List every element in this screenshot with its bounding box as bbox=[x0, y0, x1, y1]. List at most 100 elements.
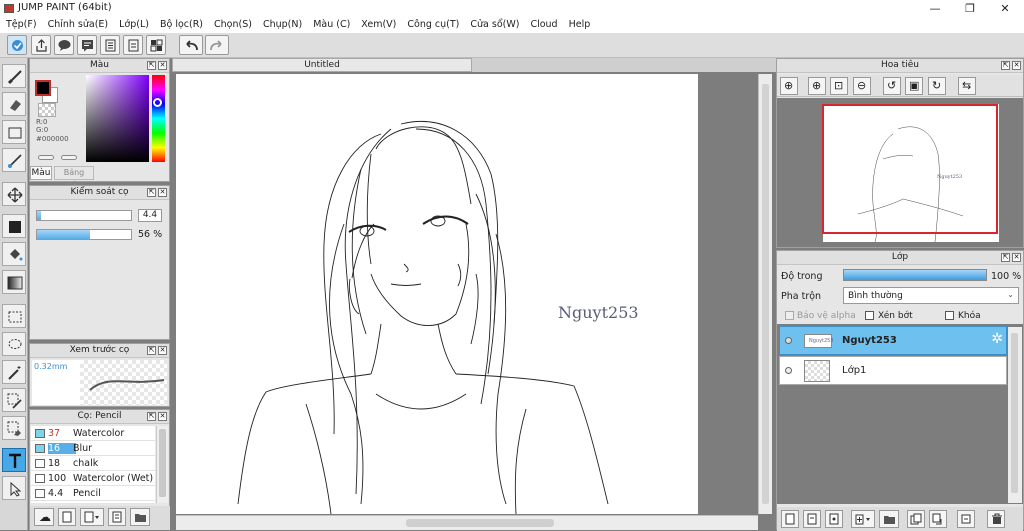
menu-color[interactable]: Màu (C) bbox=[307, 17, 355, 30]
tool-magic-wand[interactable] bbox=[2, 360, 26, 384]
layer-folder-button[interactable] bbox=[879, 510, 899, 528]
alpha-lock-checkbox[interactable] bbox=[785, 311, 794, 320]
brush-opacity-slider[interactable] bbox=[36, 229, 132, 240]
layer-extra-button[interactable] bbox=[957, 510, 975, 528]
panel-close-icon[interactable]: ✕ bbox=[1012, 61, 1021, 70]
document-button[interactable] bbox=[100, 35, 120, 55]
nav-zoom-out-button[interactable]: ⊖ bbox=[853, 77, 871, 95]
panel-float-icon[interactable]: ⇱ bbox=[1001, 253, 1010, 262]
tab-color[interactable]: Màu bbox=[30, 166, 52, 180]
new-layer-button[interactable] bbox=[781, 510, 799, 528]
scrollbar-thumb[interactable] bbox=[406, 519, 554, 527]
scrollbar-thumb[interactable] bbox=[1011, 333, 1018, 493]
tool-eraser[interactable] bbox=[2, 92, 26, 116]
brush-list-scrollbar[interactable] bbox=[156, 426, 168, 503]
canvas-horizontal-scrollbar[interactable] bbox=[176, 515, 758, 530]
menu-filter[interactable]: Bộ lọc(R) bbox=[154, 17, 208, 30]
menu-cloud[interactable]: Cloud bbox=[524, 17, 562, 30]
nav-zoom-fit-button[interactable]: ⊕ bbox=[780, 77, 798, 95]
nav-flip-button[interactable]: ⇆ bbox=[958, 77, 976, 95]
minimize-button[interactable]: — bbox=[918, 0, 952, 17]
foreground-color-swatch[interactable] bbox=[35, 80, 51, 96]
menu-view[interactable]: Xem(V) bbox=[355, 17, 401, 30]
nav-zoom-in-button[interactable]: ⊕ bbox=[808, 77, 826, 95]
panel-close-icon[interactable]: ✕ bbox=[158, 346, 167, 355]
brush-size-value[interactable]: 4.4 bbox=[138, 209, 162, 222]
menu-window[interactable]: Cửa sổ(W) bbox=[464, 17, 524, 30]
eye-icon[interactable] bbox=[785, 367, 792, 374]
tool-rectangle[interactable] bbox=[2, 120, 26, 144]
new-brush-button[interactable] bbox=[58, 508, 76, 526]
tool-select-eraser[interactable] bbox=[2, 416, 26, 440]
new-halftone-layer-button[interactable] bbox=[825, 510, 843, 528]
layer-opacity-slider[interactable] bbox=[843, 269, 987, 281]
canvas-vertical-scrollbar[interactable] bbox=[758, 74, 772, 514]
nav-rotate-right-button[interactable]: ↻ bbox=[928, 77, 946, 95]
brush-item-watercolor-wet[interactable]: 100 Watercolor (Wet) bbox=[31, 471, 155, 486]
close-button[interactable]: ✕ bbox=[988, 0, 1022, 17]
navigator-view[interactable]: Nguyt253 bbox=[777, 98, 1023, 247]
share-button[interactable] bbox=[31, 35, 51, 55]
brush-item-blur[interactable]: 16 Blur bbox=[31, 441, 155, 456]
hue-slider[interactable] bbox=[152, 75, 165, 162]
new-layer-copy-button[interactable] bbox=[803, 510, 821, 528]
panel-close-icon[interactable]: ✕ bbox=[158, 188, 167, 197]
nav-reset-button[interactable]: ▣ bbox=[905, 77, 923, 95]
panel-float-icon[interactable]: ⇱ bbox=[147, 346, 156, 355]
panel-float-icon[interactable]: ⇱ bbox=[147, 412, 156, 421]
layer-item-lop1[interactable]: Lớp1 bbox=[779, 356, 1007, 385]
merge-layer-button[interactable] bbox=[929, 510, 947, 528]
check-button[interactable] bbox=[7, 35, 27, 55]
panel-close-icon[interactable]: ✕ bbox=[158, 412, 167, 421]
panel-float-icon[interactable]: ⇱ bbox=[1001, 61, 1010, 70]
tool-operation[interactable] bbox=[2, 476, 26, 500]
undo-button[interactable] bbox=[179, 35, 203, 55]
blend-mode-select[interactable]: Bình thường ⌄ bbox=[843, 287, 1019, 304]
brush-menu-button[interactable] bbox=[80, 508, 104, 526]
brush-item-watercolor[interactable]: 37 Watercolor bbox=[31, 426, 155, 441]
brush-copy-button[interactable] bbox=[108, 508, 126, 526]
transparent-swatch[interactable] bbox=[38, 103, 56, 117]
layer-item-nguyt253[interactable]: Nguyt253 Nguyt253 ✲ bbox=[779, 326, 1007, 355]
tool-select-rect[interactable] bbox=[2, 304, 26, 328]
tool-gradient[interactable] bbox=[2, 270, 26, 294]
eye-icon[interactable] bbox=[785, 337, 792, 344]
color-slot-1[interactable] bbox=[38, 155, 54, 160]
menu-tools[interactable]: Công cụ(T) bbox=[401, 17, 464, 30]
message-button[interactable] bbox=[77, 35, 97, 55]
menu-select[interactable]: Chọn(S) bbox=[208, 17, 257, 30]
add-layer-dropdown-button[interactable] bbox=[851, 510, 875, 528]
layout-button[interactable] bbox=[146, 35, 166, 55]
menu-layer[interactable]: Lớp(L) bbox=[113, 17, 154, 30]
menu-file[interactable]: Tệp(F) bbox=[0, 17, 42, 30]
brush-item-chalk[interactable]: 18 chalk bbox=[31, 456, 155, 471]
saturation-value-picker[interactable] bbox=[86, 75, 149, 162]
brush-folder-button[interactable] bbox=[130, 508, 150, 526]
scrollbar-thumb[interactable] bbox=[159, 429, 166, 497]
document-tab[interactable]: Untitled bbox=[172, 58, 472, 72]
layer-list-scrollbar[interactable] bbox=[1008, 327, 1022, 503]
tool-lasso[interactable] bbox=[2, 332, 26, 356]
panel-float-icon[interactable]: ⇱ bbox=[147, 188, 156, 197]
nav-rotate-left-button[interactable]: ↺ bbox=[883, 77, 901, 95]
comment-button[interactable] bbox=[54, 35, 74, 55]
tool-move[interactable] bbox=[2, 182, 26, 206]
panel-float-icon[interactable]: ⇱ bbox=[147, 61, 156, 70]
nav-fit-button[interactable]: ⊡ bbox=[830, 77, 848, 95]
tool-fill-rect[interactable] bbox=[2, 214, 26, 238]
lock-checkbox[interactable] bbox=[945, 311, 954, 320]
maximize-button[interactable]: ❐ bbox=[953, 0, 987, 17]
delete-layer-button[interactable] bbox=[987, 510, 1005, 528]
navigator-viewport-frame[interactable] bbox=[822, 104, 998, 234]
redo-button[interactable] bbox=[205, 35, 229, 55]
scrollbar-thumb[interactable] bbox=[762, 84, 769, 504]
drawing-canvas[interactable]: Nguyt253 bbox=[176, 74, 698, 515]
menu-edit[interactable]: Chỉnh sửa(E) bbox=[42, 17, 114, 30]
tool-pen[interactable] bbox=[2, 148, 26, 172]
brush-cloud-button[interactable]: ☁ bbox=[34, 508, 54, 526]
menu-capture[interactable]: Chụp(N) bbox=[257, 17, 307, 30]
brush-item-pencil[interactable]: 4.4 Pencil ✲ bbox=[31, 486, 155, 501]
panel-close-icon[interactable]: ✕ bbox=[158, 61, 167, 70]
hue-handle[interactable] bbox=[153, 98, 162, 107]
tab-palette[interactable]: Bảng màu bbox=[54, 166, 94, 189]
